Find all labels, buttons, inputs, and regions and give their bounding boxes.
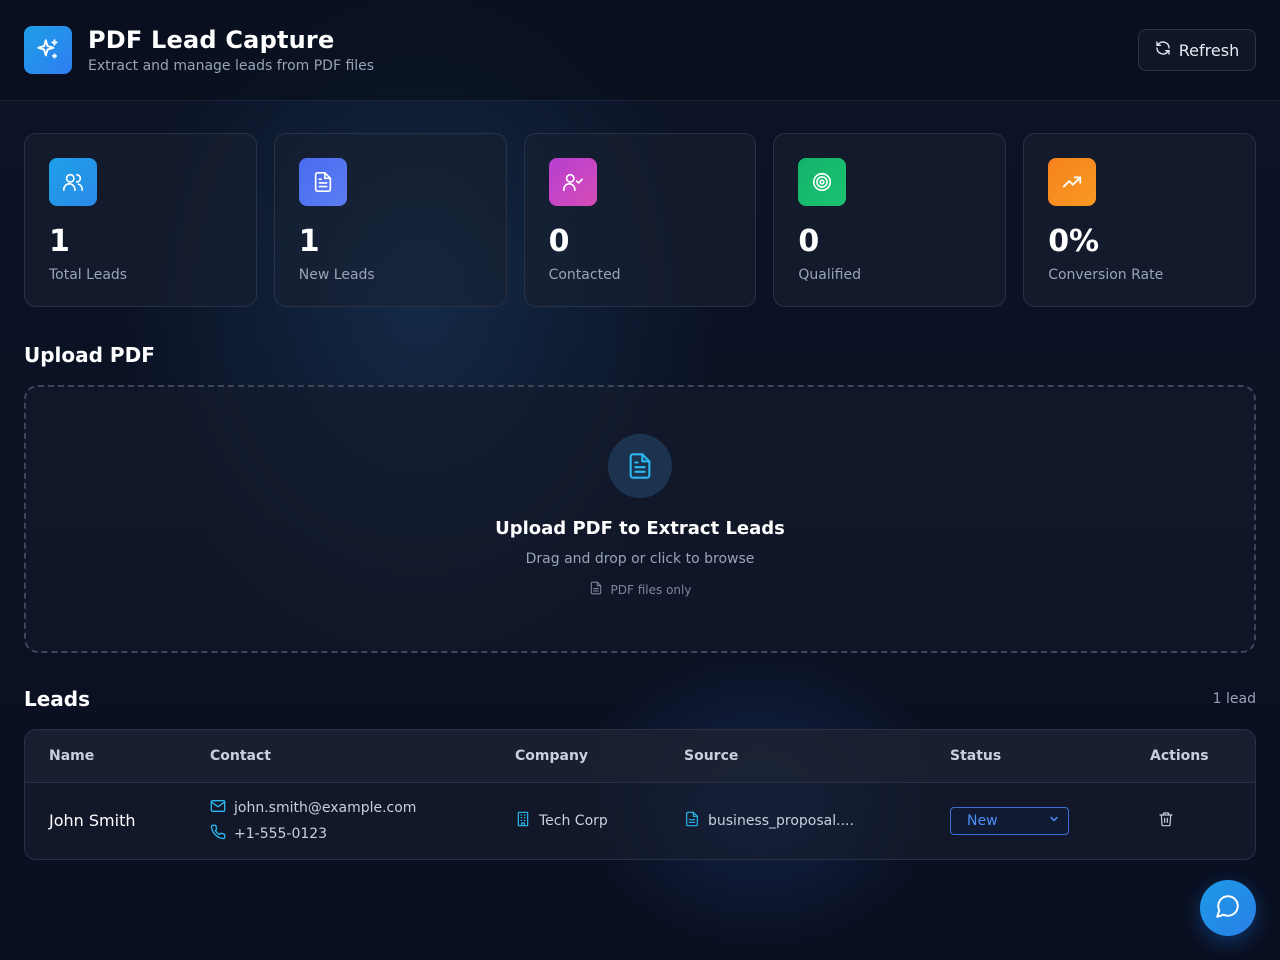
column-header-source: Source [660,730,926,783]
upload-section-title: Upload PDF [24,343,155,367]
stat-value: 1 [49,224,70,259]
stat-card-contacted: 0 Contacted [523,133,757,307]
stat-value: 0 [548,224,570,259]
chat-button[interactable] [1200,880,1256,936]
sparkles-icon [24,26,72,74]
stat-card-qualified: 0 Qualified [773,133,1007,307]
column-header-actions: Actions [1126,730,1255,783]
status-select-value: New [967,812,998,829]
leads-table: Name Contact Company Source Status Actio… [24,729,1256,860]
file-text-icon [298,158,347,206]
lead-company: Tech Corp [491,782,660,859]
lead-source-file: business_proposal.... [708,812,854,829]
column-header-contact: Contact [186,730,491,783]
dropzone-note-text: PDF files only [610,582,692,597]
trending-up-icon [1048,158,1097,206]
lead-actions [1126,782,1255,859]
table-row: John Smith john.smith@example.com +1-555… [25,782,1255,859]
lead-contact: john.smith@example.com +1-555-0123 [186,782,491,859]
refresh-icon [1155,40,1171,60]
users-icon [49,158,97,206]
lead-status: New [926,782,1126,859]
stat-card-conversion-rate: 0% Conversion Rate [1023,133,1256,307]
column-header-company: Company [491,730,660,783]
stat-label: Total Leads [49,267,128,283]
stat-label: Conversion Rate [1048,267,1164,283]
stat-card-new-leads: 1 New Leads [273,133,507,307]
file-text-icon [684,811,700,831]
pdf-dropzone[interactable]: Upload PDF to Extract Leads Drag and dro… [24,385,1256,653]
lead-phone[interactable]: +1-555-0123 [234,826,327,842]
stat-card-total-leads: 1 Total Leads [24,133,257,307]
stats-row: 1 Total Leads 1 New Leads 0 Contacted 0 [0,101,1280,307]
stat-label: Qualified [798,267,861,283]
lead-company-name: Tech Corp [539,812,608,829]
phone-icon [210,824,226,844]
building-icon [515,811,531,831]
dropzone-title: Upload PDF to Extract Leads [495,518,785,539]
mail-icon [210,798,226,818]
app-header: PDF Lead Capture Extract and manage lead… [0,0,1280,101]
leads-section-title: Leads [24,687,91,711]
refresh-button[interactable]: Refresh [1138,29,1256,71]
dropzone-subtitle: Drag and drop or click to browse [525,551,755,567]
stat-value: 0% [1048,224,1100,259]
chevron-down-icon [1048,813,1060,829]
column-header-name: Name [25,730,186,783]
stat-label: Contacted [548,267,621,283]
app-title: PDF Lead Capture [88,26,335,54]
message-circle-icon [1215,893,1241,923]
target-icon [798,158,847,206]
lead-count: 1 lead [1212,691,1256,707]
refresh-label: Refresh [1178,40,1240,60]
lead-email[interactable]: john.smith@example.com [234,800,416,816]
user-check-icon [548,158,597,206]
app-subtitle: Extract and manage leads from PDF files [88,58,375,74]
lead-name: John Smith [49,811,136,831]
file-text-icon [608,434,672,498]
stat-value: 0 [798,224,820,259]
column-header-status: Status [926,730,1126,783]
trash-icon[interactable] [1158,811,1174,831]
status-select[interactable]: New [950,806,1069,835]
stat-label: New Leads [298,267,375,283]
stat-value: 1 [298,224,320,259]
table-header-row: Name Contact Company Source Status Actio… [25,730,1255,783]
dropzone-note: PDF files only [589,581,692,598]
lead-source: business_proposal.... [660,782,926,859]
file-icon [589,581,603,598]
